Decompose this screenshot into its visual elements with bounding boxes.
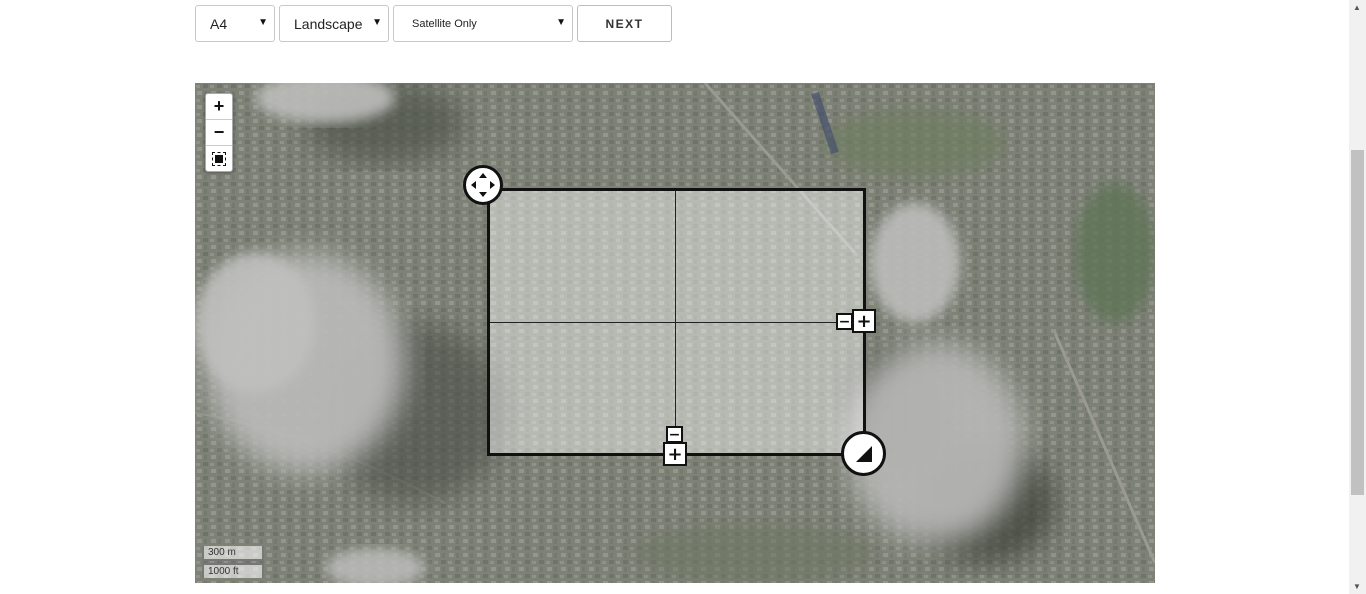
scale-imperial: 1000 ft	[202, 563, 264, 578]
width-decrease-button[interactable]: −	[836, 313, 853, 330]
resize-handle[interactable]	[841, 431, 886, 476]
height-increase-button[interactable]: +	[663, 442, 687, 466]
print-area-frame[interactable]	[487, 188, 866, 456]
zoom-out-button[interactable]: −	[206, 120, 232, 146]
dropdown-arrow-icon: ▼	[258, 17, 268, 28]
paper-size-value: A4	[210, 15, 228, 32]
layer-value: Satellite Only	[412, 17, 477, 30]
height-decrease-button[interactable]: −	[666, 426, 683, 443]
move-handle[interactable]	[463, 165, 503, 205]
scroll-down-icon[interactable]: ▼	[1353, 582, 1361, 591]
map-canvas[interactable]: + − − + − + 300 m 1000 ft	[195, 83, 1155, 583]
zoom-control: + −	[205, 93, 233, 172]
paper-size-select[interactable]: A4 ▼	[195, 5, 275, 42]
page-scrollbar[interactable]: ▲ ▼	[1349, 0, 1366, 594]
width-increase-button[interactable]: +	[852, 309, 876, 333]
orientation-select[interactable]: Landscape ▼	[279, 5, 389, 42]
orientation-value: Landscape	[294, 15, 363, 32]
frame-horizontal-guide	[490, 322, 863, 323]
scale-metric: 300 m	[202, 546, 264, 561]
next-button[interactable]: NEXT	[577, 5, 672, 42]
scrollbar-thumb[interactable]	[1351, 150, 1364, 495]
fit-frame-button[interactable]	[206, 146, 232, 171]
dropdown-arrow-icon: ▼	[556, 17, 566, 28]
move-icon	[471, 173, 495, 197]
scroll-up-icon[interactable]: ▲	[1353, 3, 1361, 12]
fit-frame-icon	[212, 151, 226, 166]
zoom-in-button[interactable]: +	[206, 94, 232, 120]
resize-icon	[855, 445, 872, 462]
dropdown-arrow-icon: ▼	[372, 17, 382, 28]
layer-select[interactable]: Satellite Only ▼	[393, 5, 573, 42]
